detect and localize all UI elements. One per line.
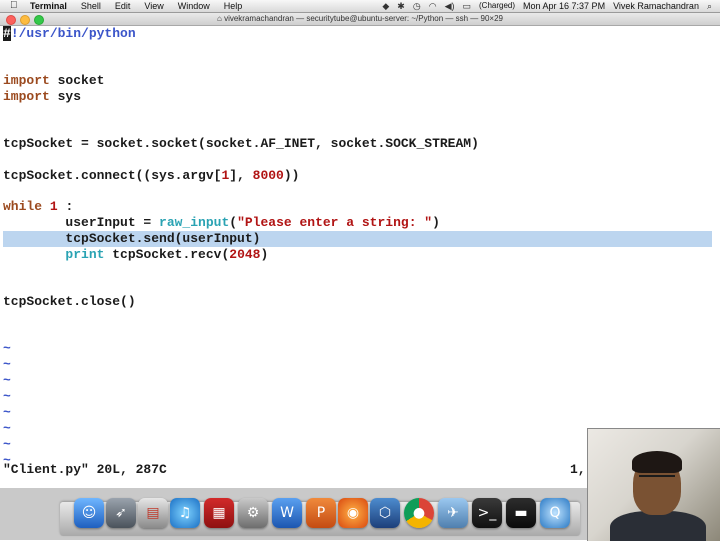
preview-icon[interactable]: ✈ [438, 498, 468, 528]
user-name[interactable]: Vivek Ramachandran [613, 0, 699, 12]
vim-editor[interactable]: #!/usr/bin/python import socket import s… [0, 26, 720, 481]
code-line-import-sys: import sys [3, 89, 81, 105]
module-name: sys [49, 89, 82, 104]
webcam-overlay [587, 428, 720, 541]
number-literal: 1 [49, 199, 58, 214]
code-line-close: tcpSocket.close() [3, 294, 136, 309]
empty-line-marker: ~ [3, 437, 11, 452]
volume-icon[interactable]: ◀) [445, 0, 455, 12]
code-line-raw-input: userInput = raw_input("Please enter a st… [3, 215, 440, 231]
presenter-body [610, 511, 706, 541]
code-text: ) [432, 215, 440, 230]
empty-line-marker: ~ [3, 373, 11, 388]
code-text: ( [229, 215, 238, 230]
file-info: "Client.py" 20L, 287C [3, 462, 167, 477]
app-menus: Terminal Shell Edit View Window Help [30, 0, 242, 12]
keyword: while [3, 199, 43, 214]
code-line-print: print tcpSocket.recv(2048) [3, 247, 268, 263]
close-window-button[interactable] [6, 15, 16, 25]
quicktime-icon[interactable]: Q [540, 498, 570, 528]
presenter-hair [632, 451, 682, 473]
clock[interactable]: Mon Apr 16 7:37 PM [523, 0, 605, 12]
photo-booth-icon[interactable]: ▤ [138, 498, 168, 528]
number-literal: 2048 [229, 247, 261, 262]
photo-app-icon[interactable]: ▦ [204, 498, 234, 528]
empty-line-marker: ~ [3, 421, 11, 436]
time-machine-icon[interactable]: ◷ [413, 0, 421, 12]
empty-line-marker: ~ [3, 405, 11, 420]
code-line-while: while 1 : [3, 199, 73, 215]
code-text: userInput = [3, 215, 160, 230]
empty-line-marker: ~ [3, 341, 11, 356]
code-text: : [57, 199, 74, 214]
keyword: import [3, 73, 50, 88]
finder-icon[interactable]: ☺ [74, 498, 104, 528]
spotlight-search-icon[interactable]: ⌕ [707, 0, 712, 12]
empty-line-marker: ~ [3, 389, 11, 404]
keyword: print [65, 247, 105, 262]
code-text: ) [260, 247, 269, 262]
menu-edit[interactable]: Edit [115, 0, 131, 12]
terminal-icon[interactable]: >_ [472, 498, 502, 528]
word-icon[interactable]: W [272, 498, 302, 528]
code-line-import-socket: import socket [3, 73, 104, 89]
terminal-title-bar: ⌂ vivekramachandran — securitytube@ubunt… [0, 13, 720, 26]
battery-status: (Charged) [479, 1, 516, 10]
chrome-icon[interactable]: ● [404, 498, 434, 528]
system-preferences-icon[interactable]: ⚙ [238, 498, 268, 528]
code-text: )) [283, 168, 300, 183]
menu-view[interactable]: View [144, 0, 163, 12]
powerpoint-icon[interactable]: P [306, 498, 336, 528]
itunes-icon[interactable]: ♫ [170, 498, 200, 528]
firefox-icon[interactable]: ◉ [338, 498, 368, 528]
shebang-text: !/usr/bin/python [10, 26, 136, 41]
menu-app-name[interactable]: Terminal [30, 0, 67, 12]
battery-icon[interactable]: ▭ [462, 0, 471, 12]
dropbox-icon[interactable]: ◆ [382, 0, 389, 12]
activity-monitor-icon[interactable]: ▬ [506, 498, 536, 528]
status-menus: ◆ ✱ ◷ ◠ ◀) ▭ (Charged) Mon Apr 16 7:37 P… [382, 0, 712, 12]
empty-line-marker: ~ [3, 357, 11, 372]
code-line-send: tcpSocket.send(userInput) [3, 231, 261, 246]
keyword: import [3, 89, 50, 104]
window-controls [6, 15, 44, 25]
menu-help[interactable]: Help [224, 0, 243, 12]
zoom-window-button[interactable] [34, 15, 44, 25]
code-text: ], [229, 168, 253, 183]
code-line-shebang: #!/usr/bin/python [3, 26, 136, 42]
wifi-icon[interactable]: ◠ [429, 0, 437, 12]
code-text: tcpSocket.connect((sys.argv[ [3, 168, 222, 183]
minimize-window-button[interactable] [20, 15, 30, 25]
module-name: socket [49, 73, 105, 88]
bluetooth-icon[interactable]: ✱ [397, 0, 405, 12]
virtualbox-icon[interactable]: ⬡ [370, 498, 400, 528]
text-cursor: # [3, 26, 11, 41]
menu-bar:  Terminal Shell Edit View Window Help ◆… [0, 0, 720, 13]
launchpad-icon[interactable]: ➶ [106, 498, 136, 528]
presenter-glasses [639, 475, 675, 485]
apple-menu-icon[interactable]:  [10, 0, 18, 12]
menu-window[interactable]: Window [178, 0, 210, 12]
builtin-function: raw_input [159, 215, 230, 230]
string-literal: "Please enter a string: " [237, 215, 433, 230]
window-title: vivekramachandran — securitytube@ubuntu-… [224, 14, 503, 23]
code-text: tcpSocket.recv( [104, 247, 230, 262]
code-line-socket-create: tcpSocket = socket.socket(socket.AF_INET… [3, 136, 479, 151]
menu-shell[interactable]: Shell [81, 0, 101, 12]
number-literal: 8000 [252, 168, 284, 183]
home-folder-icon: ⌂ [216, 14, 222, 23]
code-line-connect: tcpSocket.connect((sys.argv[1], 8000)) [3, 168, 299, 184]
cursor-position: 1, [570, 462, 586, 477]
